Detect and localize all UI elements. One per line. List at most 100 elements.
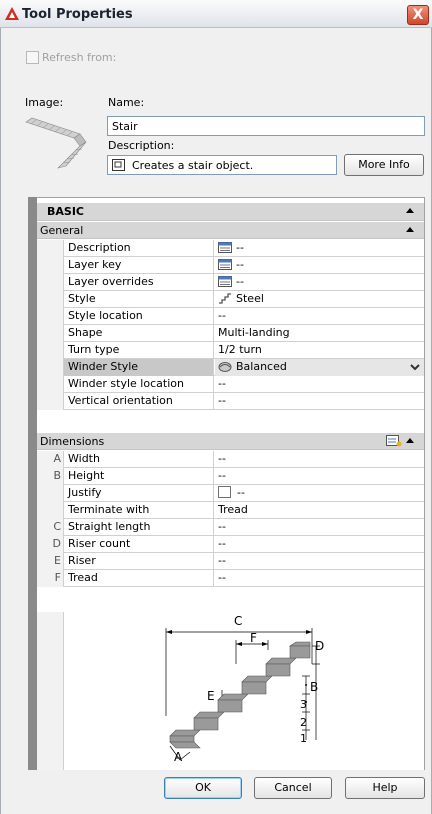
description-field[interactable]: Creates a stair object. — [107, 155, 337, 175]
property-name: Justify — [63, 485, 214, 502]
dimensions-section-header[interactable]: Dimensions — [37, 433, 424, 450]
diagram-label-f: F — [250, 631, 257, 645]
property-name: Layer overrides — [63, 274, 214, 291]
property-name: Vertical orientation — [63, 393, 214, 410]
basic-title: BASIC — [47, 205, 84, 218]
property-row[interactable]: Justify -- — [37, 485, 424, 502]
list-icon — [218, 276, 232, 287]
dimensions-title: Dimensions — [40, 435, 105, 448]
property-value[interactable]: -- — [215, 451, 424, 468]
property-value[interactable]: -- — [215, 485, 424, 502]
property-value[interactable]: Tread — [215, 502, 424, 519]
property-value[interactable]: 1/2 turn — [215, 342, 424, 359]
property-value[interactable]: -- — [215, 274, 424, 291]
property-row[interactable]: Turn type 1/2 turn — [37, 342, 424, 359]
basic-section-header[interactable]: BASIC — [37, 203, 424, 221]
property-value[interactable]: -- — [215, 393, 424, 410]
diagram-label-e: E — [207, 689, 215, 703]
description-edit-icon — [112, 159, 125, 171]
dimension-letter: C — [37, 519, 63, 536]
diagram-label-c: C — [234, 614, 243, 628]
close-button[interactable]: X — [407, 5, 429, 25]
general-section-header[interactable]: General — [37, 222, 424, 239]
name-label: Name: — [108, 96, 145, 109]
diagram-label-d: D — [315, 639, 325, 653]
dimension-letter: B — [37, 468, 63, 485]
property-row[interactable]: A Width -- — [37, 451, 424, 468]
property-row[interactable]: C Straight length -- — [37, 519, 424, 536]
dimension-letter: D — [37, 536, 63, 553]
property-row[interactable]: Shape Multi-landing — [37, 325, 424, 342]
property-value[interactable]: -- — [215, 536, 424, 553]
list-icon — [218, 259, 232, 270]
title-bar: Tool Properties X — [0, 0, 432, 28]
property-row[interactable]: Style Steel — [37, 291, 424, 308]
window-title: Tool Properties — [22, 7, 133, 22]
dimension-letter: A — [37, 451, 63, 468]
name-field[interactable]: Stair — [107, 116, 425, 136]
property-value[interactable]: Steel — [215, 291, 424, 308]
property-name: Width — [63, 451, 214, 468]
property-row[interactable]: Vertical orientation -- — [37, 393, 424, 410]
more-info-button[interactable]: More Info — [344, 154, 424, 176]
property-value[interactable]: -- — [215, 257, 424, 274]
winder-icon — [218, 362, 232, 372]
property-row[interactable]: B Height -- — [37, 468, 424, 485]
refresh-checkbox[interactable] — [26, 50, 39, 64]
property-name: Winder Style — [63, 359, 214, 376]
panel-scrollbar[interactable] — [28, 197, 37, 770]
property-row-selected[interactable]: Winder Style Balanced — [37, 359, 424, 376]
property-name: Description — [63, 240, 214, 257]
chevron-down-icon[interactable] — [408, 359, 422, 375]
property-name: Turn type — [63, 342, 214, 359]
property-name: Height — [63, 468, 214, 485]
help-button[interactable]: Help — [345, 777, 425, 799]
property-name: Terminate with — [63, 502, 214, 519]
property-row[interactable]: Terminate with Tread — [37, 502, 424, 519]
refresh-label: Refresh from: — [42, 51, 117, 64]
autocad-logo-icon — [5, 7, 19, 20]
close-icon: X — [412, 7, 424, 23]
property-value[interactable]: Multi-landing — [215, 325, 424, 342]
dimensions-options-icon[interactable] — [386, 435, 402, 447]
refresh-checkbox-wrap — [26, 50, 39, 64]
property-name: Riser — [63, 553, 214, 570]
property-name: Tread — [63, 570, 214, 587]
dimension-letter — [37, 485, 63, 502]
property-row[interactable]: D Riser count -- — [37, 536, 424, 553]
property-row[interactable]: Style location -- — [37, 308, 424, 325]
property-value[interactable]: -- — [215, 308, 424, 325]
list-icon — [218, 242, 232, 253]
cancel-button[interactable]: Cancel — [254, 777, 332, 799]
dimension-letter — [37, 502, 63, 519]
ok-button[interactable]: OK — [164, 777, 242, 799]
property-value[interactable]: -- — [215, 468, 424, 485]
property-name: Straight length — [63, 519, 214, 536]
property-row[interactable]: F Tread -- — [37, 570, 424, 587]
property-row[interactable]: Description -- — [37, 240, 424, 257]
description-label: Description: — [108, 139, 175, 152]
property-row[interactable]: Winder style location -- — [37, 376, 424, 393]
dimension-letter: E — [37, 553, 63, 570]
property-row[interactable]: Layer key -- — [37, 257, 424, 274]
property-value[interactable]: -- — [215, 570, 424, 587]
diagram-gutter — [37, 612, 63, 770]
property-value[interactable]: -- — [215, 553, 424, 570]
property-value[interactable]: -- — [215, 519, 424, 536]
stair-preview-image — [25, 117, 87, 169]
winder-style-dropdown[interactable]: Balanced — [215, 359, 424, 376]
property-name: Shape — [63, 325, 214, 342]
diagram-label-a: A — [174, 750, 183, 764]
property-row[interactable]: Layer overrides -- — [37, 274, 424, 291]
dimension-letter: F — [37, 570, 63, 587]
collapse-icon — [406, 227, 414, 232]
property-row[interactable]: E Riser -- — [37, 553, 424, 570]
property-value[interactable]: -- — [215, 376, 424, 393]
general-grid: Description -- Layer key -- Layer overri… — [37, 240, 424, 410]
diagram-label-3: 3 — [300, 698, 307, 711]
property-value[interactable]: -- — [215, 240, 424, 257]
property-name: Layer key — [63, 257, 214, 274]
diagram-label-1: 1 — [300, 732, 307, 745]
collapse-icon — [406, 438, 414, 443]
property-name: Style location — [63, 308, 214, 325]
